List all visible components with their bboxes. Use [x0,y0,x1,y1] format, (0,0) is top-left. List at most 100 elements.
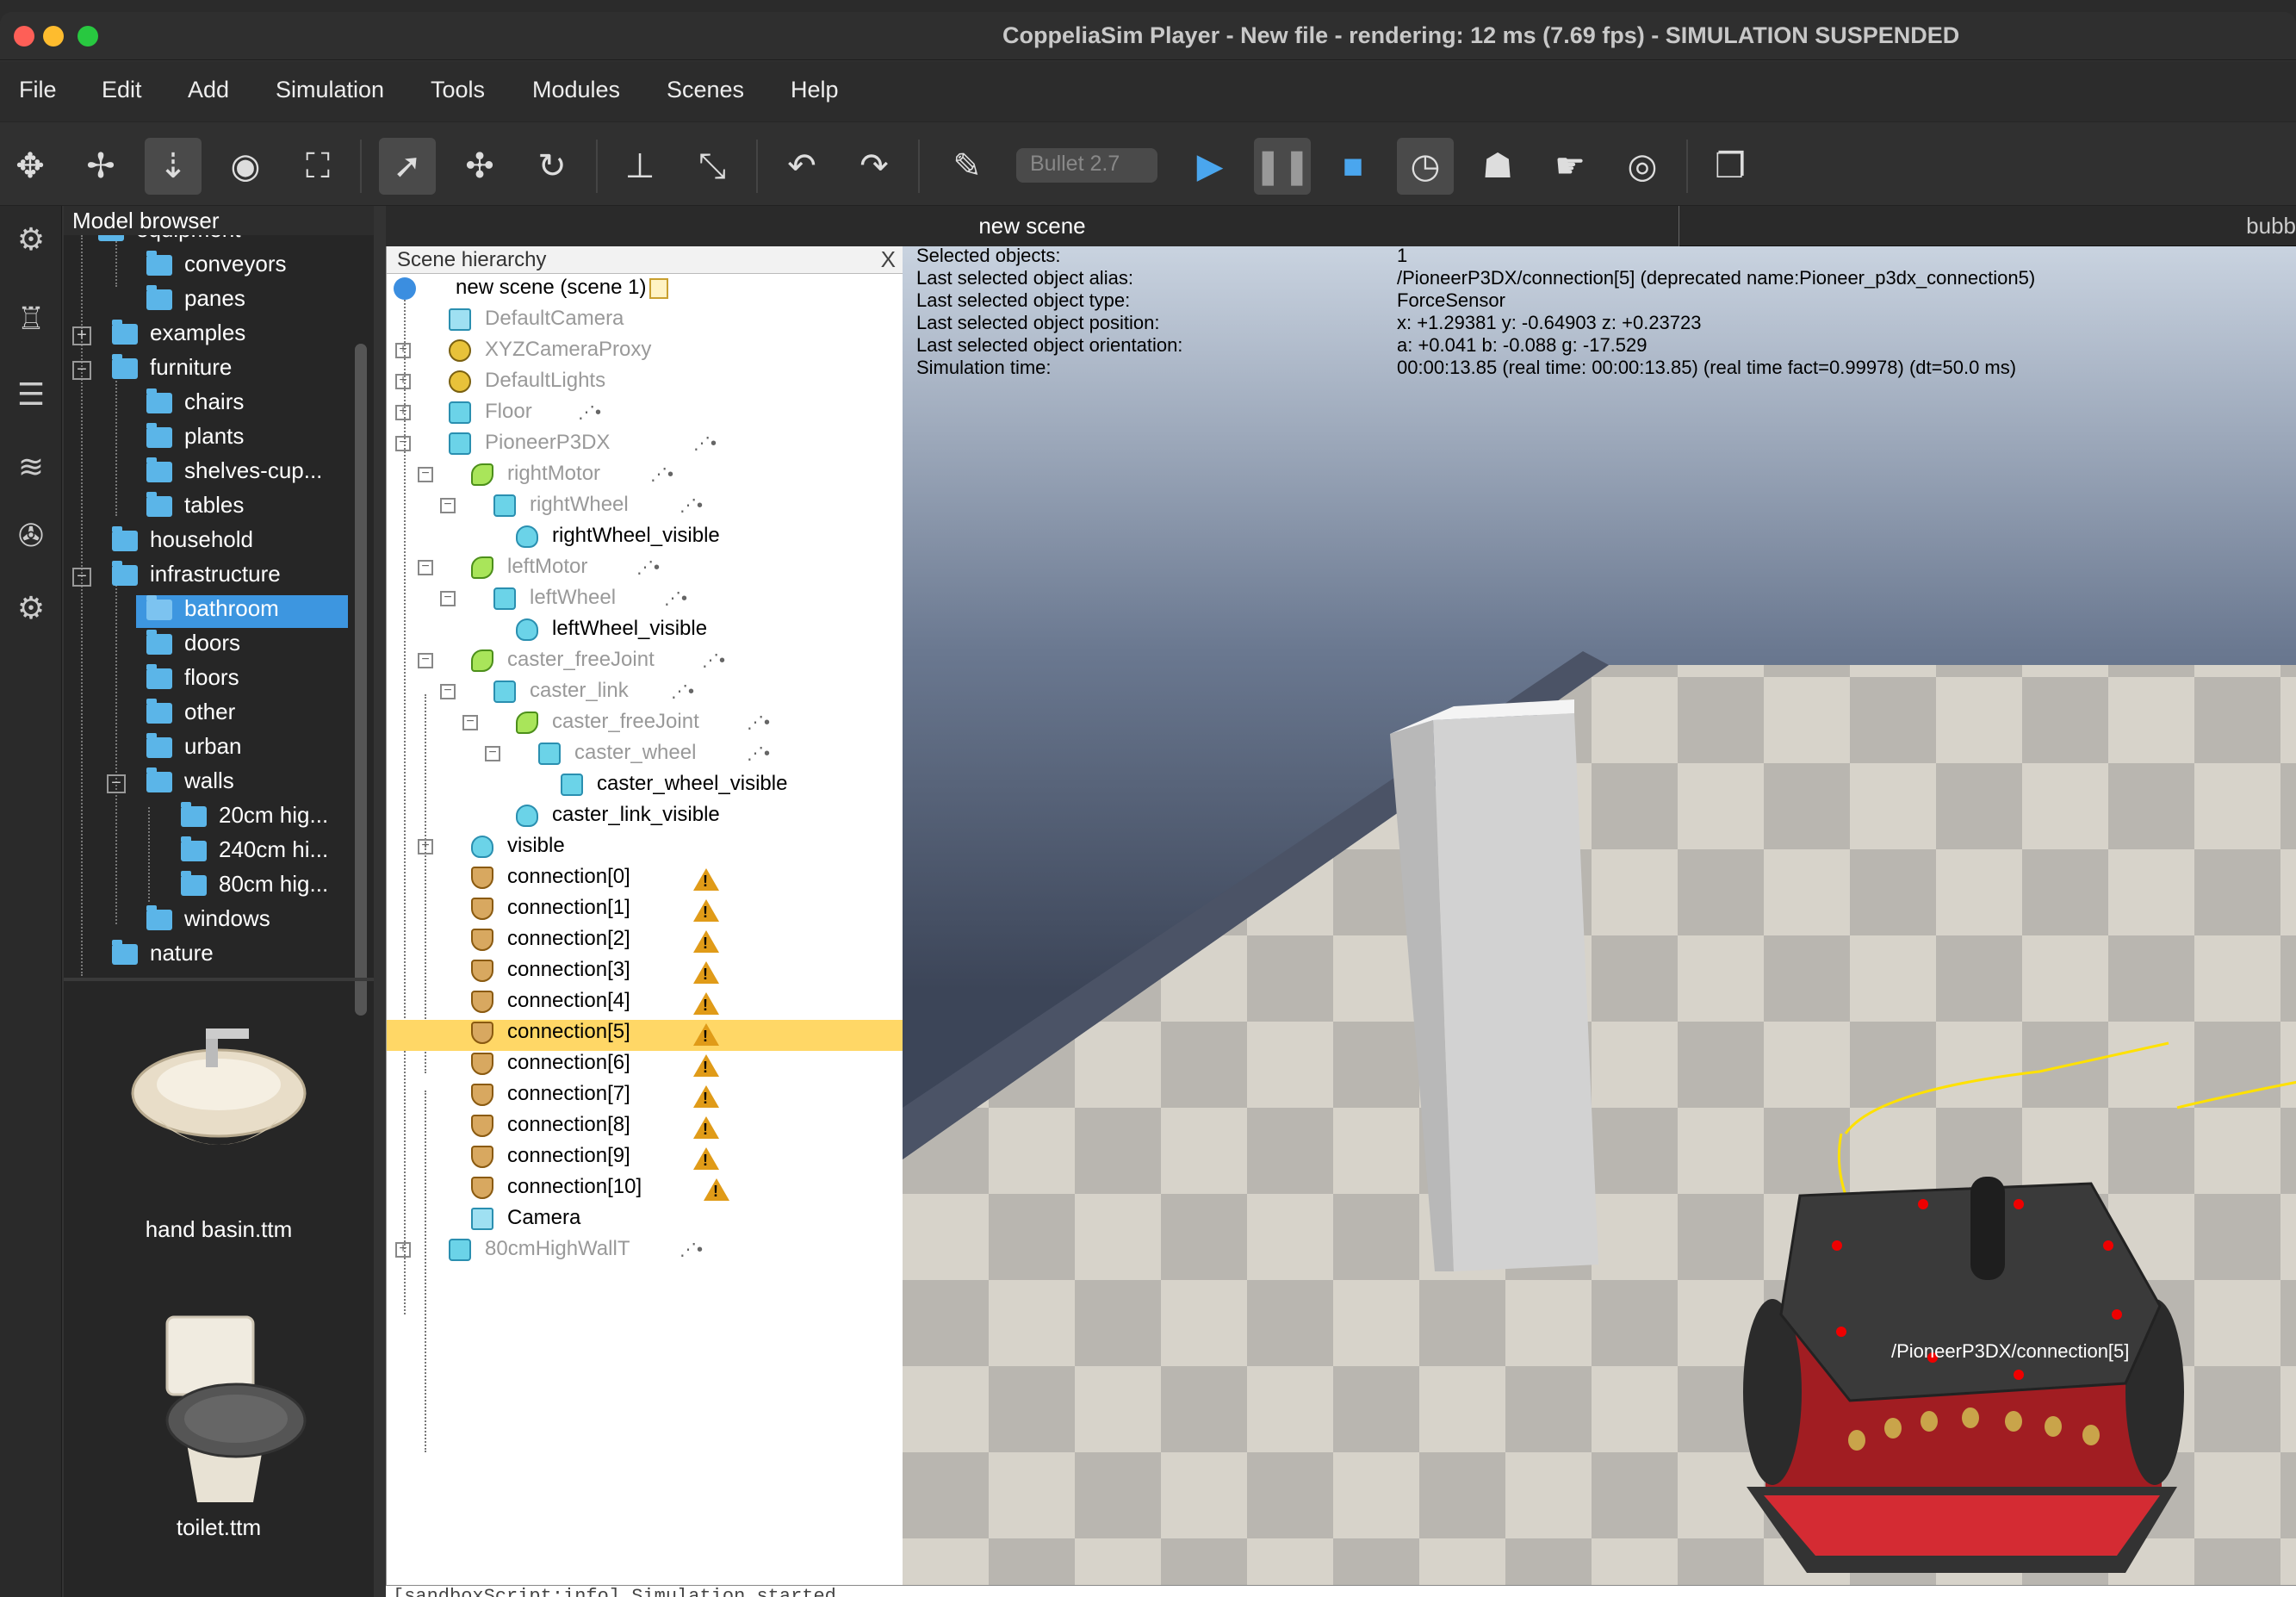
collapse-icon[interactable]: − [485,746,500,761]
hierarchy-item[interactable]: rightWheel_visible [516,524,720,555]
model-tree-scrollbar[interactable] [355,344,367,1016]
hierarchy-item[interactable]: connection[7] [471,1082,630,1113]
hierarchy-item[interactable]: 80cmHighWallT [449,1237,630,1268]
menu-add[interactable]: Add [188,77,229,103]
expand-icon[interactable]: + [395,1242,411,1258]
hierarchy-item[interactable]: leftWheel [493,586,616,617]
collapse-icon[interactable]: − [418,560,433,575]
hierarchy-item[interactable]: caster_freeJoint [471,648,655,679]
start-simulation-icon[interactable]: ▶ [1182,138,1238,195]
page-selector-icon[interactable]: ❐ [1702,138,1759,195]
hierarchy-item[interactable]: rightWheel [493,493,629,524]
hierarchy-item[interactable]: DefaultLights [449,369,605,400]
tree-item-urban[interactable]: urban [146,733,242,766]
collapse-icon[interactable]: − [462,715,478,730]
model-browser-icon[interactable]: ♖ [9,301,53,345]
hierarchy-item[interactable]: connection[8] [471,1113,630,1144]
hierarchy-item[interactable]: caster_link [493,679,629,710]
tree-item-panes[interactable]: panes [146,285,245,318]
hierarchy-item[interactable]: caster_link_visible [516,803,720,834]
physics-engine-select[interactable]: Bullet 2.7 [1016,148,1157,183]
menu-file[interactable]: File [19,77,57,103]
tree-item-windows[interactable]: windows [146,905,270,938]
shift-camera-icon[interactable]: ⇣ [145,138,202,195]
close-window-button[interactable] [14,26,34,47]
tree-item-household[interactable]: household [112,526,253,559]
realtime-icon[interactable]: ◷ [1397,138,1454,195]
tree-item-bathroom[interactable]: bathroom [136,595,348,628]
stop-simulation-icon[interactable]: ■ [1325,138,1381,195]
hierarchy-item[interactable]: Camera [471,1206,580,1237]
menu-simulation[interactable]: Simulation [276,77,384,103]
hierarchy-item[interactable]: connection[1] [471,896,630,927]
tree-item-240cm[interactable]: 240cm hi... [181,836,328,869]
collapse-icon[interactable]: − [72,361,91,380]
expand-icon[interactable]: + [72,326,91,345]
expand-icon[interactable]: + [418,839,433,854]
model-browser-splitter[interactable] [64,978,374,981]
collapse-icon[interactable]: − [72,568,91,587]
layers-icon[interactable]: ≋ [9,449,53,494]
collapse-icon[interactable]: − [440,684,456,699]
collapse-icon[interactable]: − [418,653,433,668]
hierarchy-item[interactable]: leftWheel_visible [516,617,707,648]
script-icon[interactable] [649,277,669,299]
tree-item-plants[interactable]: plants [146,423,244,456]
tree-item-floors[interactable]: floors [146,664,239,697]
tree-item-infrastructure[interactable]: infrastructure [112,561,281,593]
hierarchy-item[interactable]: new scene (scene 1) [394,276,669,307]
tree-item-chairs[interactable]: chairs [146,388,244,421]
hierarchy-item[interactable]: connection[9] [471,1144,630,1175]
tree-item-furniture[interactable]: furniture [112,354,232,387]
hierarchy-item[interactable]: connection[3] [471,958,630,989]
camera-angle-icon[interactable]: ◉ [217,138,274,195]
collapse-icon[interactable]: − [395,436,411,451]
hierarchy-item[interactable]: connection[10] [471,1175,642,1206]
expand-icon[interactable]: + [395,405,411,420]
minimize-window-button[interactable] [43,26,64,47]
pan-camera-icon[interactable]: ✥ [2,138,59,195]
menu-modules[interactable]: Modules [532,77,620,103]
tab-new-scene[interactable]: new scene [386,206,1679,246]
hierarchy-item[interactable]: connection[0] [471,865,630,896]
tree-item-nature[interactable]: nature [112,940,214,972]
hierarchy-item[interactable]: caster_wheel_visible [561,772,787,803]
menu-help[interactable]: Help [791,77,839,103]
visualization-icon[interactable]: ◎ [1614,138,1671,195]
assemble-icon[interactable]: ⊥ [611,138,668,195]
video-recorder-icon[interactable]: ✇ [9,518,53,562]
model-thumbnail[interactable]: hand basin.ttm [64,998,374,1291]
hierarchy-item[interactable]: DefaultCamera [449,307,624,338]
menu-tools[interactable]: Tools [431,77,485,103]
tab-bubb[interactable]: bubb [1679,206,2296,246]
hierarchy-item[interactable]: caster_freeJoint [516,710,699,741]
model-thumbnail[interactable]: toilet.ttm [64,1300,374,1593]
tree-item-conveyors[interactable]: conveyors [146,251,287,283]
hierarchy-item-selected[interactable]: connection[5] [387,1020,903,1051]
hierarchy-item[interactable]: PioneerP3DX [449,431,610,462]
scene-hierarchy-icon[interactable]: ☰ [9,376,53,421]
slower-icon[interactable]: ☗ [1469,138,1526,195]
object-shift-icon[interactable]: ✣ [451,138,508,195]
simulation-settings-icon[interactable]: ⚙ [9,221,53,266]
tree-item-examples[interactable]: examples [112,320,245,352]
undo-icon[interactable]: ↶ [773,138,830,195]
collapse-icon[interactable]: − [107,774,126,793]
fit-to-view-icon[interactable]: ⛶ [289,138,346,195]
hierarchy-item[interactable]: visible [471,834,565,865]
rotate-camera-icon[interactable]: ✢ [72,138,129,195]
transfer-dna-icon[interactable]: ⤡ [684,138,741,195]
collapse-icon[interactable]: − [440,498,456,513]
tree-item-shelves[interactable]: shelves-cup... [146,457,322,490]
hierarchy-item[interactable]: connection[2] [471,927,630,958]
hierarchy-item[interactable]: Floor [449,400,532,431]
menu-scenes[interactable]: Scenes [667,77,744,103]
hierarchy-item[interactable]: connection[6] [471,1051,630,1082]
expand-icon[interactable]: + [395,343,411,358]
faster-icon[interactable]: ☛ [1542,138,1598,195]
tree-item-20cm[interactable]: 20cm hig... [181,802,328,835]
dynamics-icon[interactable]: ✎ [939,138,996,195]
close-icon[interactable]: X [881,246,896,273]
scene-viewport[interactable]: Selected objects: Last selected object a… [903,246,2296,1597]
tree-item-doors[interactable]: doors [146,630,240,662]
